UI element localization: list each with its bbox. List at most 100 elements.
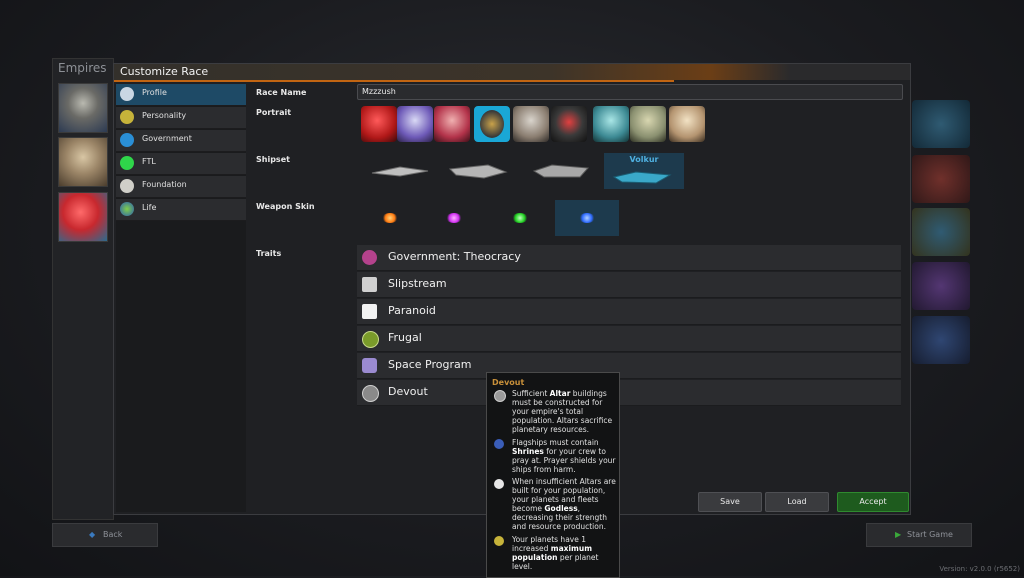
personality-icon: [120, 110, 134, 124]
background-tile: [912, 100, 970, 148]
title-accent-line: [114, 80, 674, 82]
race-name-value: Mzzzush: [362, 87, 396, 96]
portrait-option[interactable]: [593, 106, 629, 142]
sidebar-item-label: FTL: [142, 157, 156, 166]
trait-row[interactable]: Government: Theocracy: [357, 245, 901, 271]
save-button[interactable]: Save: [698, 492, 762, 512]
population-icon: [494, 536, 504, 546]
race-name-input[interactable]: Mzzzush: [357, 84, 903, 100]
race-sidebar: Profile Personality Government FTL Found…: [116, 84, 246, 512]
empire-portrait-2[interactable]: [58, 137, 108, 187]
accept-button[interactable]: Accept: [837, 492, 909, 512]
portrait-label: Portrait: [256, 108, 292, 117]
tooltip-entry: Flagships must contain Shrines for your …: [512, 438, 616, 474]
sidebar-item-government[interactable]: Government: [116, 130, 246, 152]
trait-label: Paranoid: [388, 304, 436, 317]
weapon-skin-option[interactable]: [358, 200, 422, 236]
shipset-option[interactable]: [362, 153, 440, 189]
traits-label: Traits: [256, 249, 282, 258]
trait-row[interactable]: Paranoid: [357, 299, 901, 325]
shipset-option[interactable]: [522, 153, 600, 189]
background-tile: [912, 208, 970, 256]
life-icon: [120, 202, 134, 216]
load-button[interactable]: Load: [765, 492, 829, 512]
ftl-icon: [120, 156, 134, 170]
devout-tooltip: Devout Sufficient Altar buildings must b…: [486, 372, 620, 578]
portrait-option[interactable]: [361, 106, 397, 142]
version-text: Version: v2.0.0 (r5652): [939, 565, 1020, 573]
sidebar-item-profile[interactable]: Profile: [116, 84, 246, 106]
portrait-option[interactable]: [630, 106, 666, 142]
ship-icon: [371, 166, 429, 177]
back-arrow-icon: ◆: [89, 530, 96, 539]
sidebar-item-label: Personality: [142, 111, 187, 120]
shipset-label: Shipset: [256, 155, 290, 164]
theocracy-icon: [362, 250, 377, 265]
weapon-skin-option[interactable]: [422, 200, 486, 236]
trait-row[interactable]: Frugal: [357, 326, 901, 352]
paranoid-icon: [362, 304, 377, 319]
weapon-skin-option[interactable]: [488, 200, 552, 236]
sidebar-item-ftl[interactable]: FTL: [116, 153, 246, 175]
background-tile: [912, 155, 970, 203]
orange-glow-icon: [382, 213, 398, 223]
weapon-skin-label: Weapon Skin: [256, 202, 315, 211]
ship-icon: [612, 171, 672, 184]
tooltip-title: Devout: [492, 378, 525, 387]
magenta-glow-icon: [446, 213, 462, 223]
tooltip-entry: Your planets have 1 increased maximum po…: [512, 535, 599, 571]
shipset-option[interactable]: [440, 153, 518, 189]
sidebar-item-personality[interactable]: Personality: [116, 107, 246, 129]
altar-icon: [494, 390, 506, 402]
government-icon: [120, 133, 134, 147]
blue-glow-icon: [579, 213, 595, 223]
back-label: Back: [103, 530, 123, 539]
trait-label: Slipstream: [388, 277, 447, 290]
trait-label: Government: Theocracy: [388, 250, 521, 263]
window-title: Customize Race: [120, 65, 209, 78]
sidebar-item-label: Government: [142, 134, 192, 143]
tooltip-entry: When insufficient Altars are built for y…: [512, 477, 616, 531]
portrait-option[interactable]: [434, 106, 470, 142]
shipset-name: Volkur: [629, 155, 659, 164]
window-titlebar[interactable]: Customize Race: [114, 64, 910, 80]
empire-portrait-3[interactable]: [58, 192, 108, 242]
weapon-skin-option-selected[interactable]: [555, 200, 619, 236]
trait-row[interactable]: Devout: [357, 380, 901, 406]
start-game-button[interactable]: ▶ Start Game: [866, 523, 972, 547]
background-tile: [912, 262, 970, 310]
portrait-option[interactable]: [513, 106, 549, 142]
devout-icon: [362, 385, 379, 402]
profile-icon: [120, 87, 134, 101]
sidebar-item-label: Foundation: [142, 180, 187, 189]
godless-icon: [494, 479, 504, 489]
frugal-icon: [362, 331, 379, 348]
race-name-label: Race Name: [256, 88, 307, 97]
portrait-option[interactable]: [551, 106, 587, 142]
empire-portrait-1[interactable]: [58, 83, 108, 133]
back-button[interactable]: ◆ Back: [52, 523, 158, 547]
shrine-icon: [494, 439, 504, 449]
empires-title: Empires: [58, 61, 107, 75]
sidebar-item-life[interactable]: Life: [116, 199, 246, 221]
ship-icon: [448, 164, 508, 179]
trait-label: Space Program: [388, 358, 472, 371]
trait-row[interactable]: Space Program: [357, 353, 901, 379]
shipset-option-selected[interactable]: Volkur: [604, 153, 684, 189]
portrait-option-selected[interactable]: [474, 106, 510, 142]
trait-label: Frugal: [388, 331, 422, 344]
trait-label: Devout: [388, 385, 428, 398]
slipstream-icon: [362, 277, 377, 292]
background-tile: [912, 316, 970, 364]
empires-panel: Empires: [52, 58, 114, 520]
sidebar-item-label: Life: [142, 203, 157, 212]
start-game-label: Start Game: [907, 530, 953, 539]
trait-row[interactable]: Slipstream: [357, 272, 901, 298]
foundation-icon: [120, 179, 134, 193]
sidebar-item-label: Profile: [142, 88, 167, 97]
green-glow-icon: [512, 213, 528, 223]
sidebar-item-foundation[interactable]: Foundation: [116, 176, 246, 198]
portrait-option[interactable]: [669, 106, 705, 142]
tooltip-entry: Sufficient Altar buildings must be const…: [512, 389, 613, 434]
portrait-option[interactable]: [397, 106, 433, 142]
